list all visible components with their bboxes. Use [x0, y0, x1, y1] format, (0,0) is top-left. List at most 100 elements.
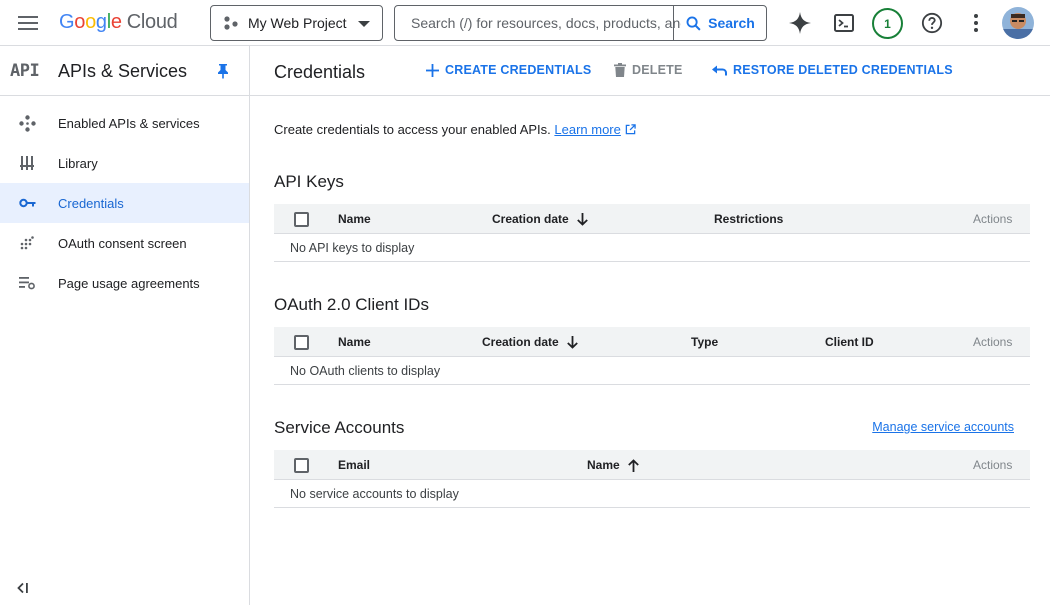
sidebar-item-label: Credentials — [58, 196, 124, 211]
column-header-name[interactable]: Name — [338, 335, 371, 349]
oauth-clients-table: Name Creation date Type Client ID Action… — [274, 327, 1030, 385]
project-name: My Web Project — [248, 15, 347, 31]
select-all-checkbox[interactable] — [294, 335, 309, 350]
logo-letter: e — [110, 11, 122, 33]
column-label: Actions — [973, 212, 1013, 226]
table-row: No OAuth clients to display — [274, 357, 1030, 385]
column-header-creation-date[interactable]: Creation date — [492, 212, 588, 226]
sidebar-item-label: OAuth consent screen — [58, 236, 187, 251]
logo-letter: G — [59, 11, 75, 33]
arrow-down-icon — [576, 212, 588, 226]
help-icon[interactable] — [917, 8, 947, 38]
sidebar-item-library[interactable]: Library — [0, 143, 249, 183]
collapse-sidebar-icon[interactable] — [17, 581, 29, 597]
table-row: No service accounts to display — [274, 480, 1030, 508]
search-box: Search — [394, 5, 767, 41]
column-label: Email — [338, 458, 371, 472]
column-label: Name — [338, 335, 371, 349]
column-label: Actions — [973, 335, 1013, 349]
notification-count: 1 — [872, 8, 903, 39]
select-all-checkbox[interactable] — [294, 458, 309, 473]
column-header-creation-date[interactable]: Creation date — [482, 335, 578, 349]
empty-message: No OAuth clients to display — [290, 364, 441, 378]
google-cloud-logo[interactable]: Google Cloud — [59, 11, 178, 34]
sidebar-header: API APIs & Services — [0, 46, 249, 96]
library-icon — [18, 155, 36, 171]
intro-text: Create credentials to access your enable… — [274, 122, 636, 137]
learn-more-link[interactable]: Learn more — [554, 122, 620, 137]
notifications-badge[interactable]: 1 — [871, 7, 904, 40]
create-credentials-button[interactable]: CREATE CREDENTIALS — [426, 63, 591, 77]
restore-label: RESTORE DELETED CREDENTIALS — [733, 63, 953, 77]
hamburger-menu-icon[interactable] — [14, 9, 42, 37]
delete-button[interactable]: DELETE — [614, 63, 683, 77]
empty-message: No API keys to display — [290, 241, 415, 255]
logo-letter: g — [95, 11, 107, 33]
sidebar-item-label: Page usage agreements — [58, 276, 200, 291]
delete-label: DELETE — [632, 63, 683, 77]
diamond-nodes-icon — [18, 114, 36, 132]
api-keys-table: Name Creation date Restrictions Actions … — [274, 204, 1030, 262]
api-logo-icon: API — [10, 61, 40, 81]
column-header-restrictions: Restrictions — [714, 212, 783, 226]
section-title-oauth: OAuth 2.0 Client IDs — [274, 295, 429, 314]
sidebar: API APIs & Services Enabled APIs & servi… — [0, 46, 250, 605]
arrow-down-icon — [566, 335, 578, 349]
search-icon — [686, 16, 701, 31]
sidebar-item-oauth-consent[interactable]: OAuth consent screen — [0, 223, 249, 263]
column-label: Client ID — [825, 335, 874, 349]
table-header: Email Name Actions — [274, 450, 1030, 480]
column-header-name[interactable]: Name — [587, 458, 639, 472]
cloud-shell-terminal-icon[interactable] — [829, 8, 859, 38]
column-label: Creation date — [492, 212, 569, 226]
table-row: No API keys to display — [274, 234, 1030, 262]
logo-letter: o — [74, 11, 86, 33]
column-header-client-id[interactable]: Client ID — [825, 335, 874, 349]
key-icon — [18, 195, 36, 211]
avatar[interactable] — [1002, 7, 1034, 39]
arrow-up-icon — [627, 458, 639, 472]
manage-service-accounts-link[interactable]: Manage service accounts — [872, 420, 1014, 434]
search-button[interactable]: Search — [673, 6, 766, 40]
top-bar: GoogleCloud My Web Project Search 1 — [0, 0, 1050, 46]
sidebar-title: APIs & Services — [58, 61, 188, 81]
project-nodes-icon — [224, 16, 238, 30]
column-label: Restrictions — [714, 212, 784, 226]
pin-icon[interactable] — [217, 63, 229, 82]
sidebar-item-page-usage[interactable]: Page usage agreements — [0, 263, 249, 303]
external-link-icon — [625, 124, 636, 135]
more-vert-icon[interactable] — [961, 8, 991, 38]
column-header-actions: Actions — [973, 335, 1012, 349]
sidebar-nav: Enabled APIs & services Library Credenti… — [0, 103, 249, 303]
main-content: Credentials CREATE CREDENTIALS DELETE RE… — [250, 46, 1050, 605]
page-header: Credentials CREATE CREDENTIALS DELETE RE… — [250, 46, 1050, 96]
search-button-label: Search — [708, 15, 755, 31]
sidebar-item-label: Library — [58, 156, 98, 171]
column-header-actions: Actions — [973, 458, 1012, 472]
column-label: Actions — [973, 458, 1013, 472]
section-title-api-keys: API Keys — [274, 172, 344, 191]
create-credentials-label: CREATE CREDENTIALS — [445, 63, 592, 77]
sidebar-item-enabled-apis[interactable]: Enabled APIs & services — [0, 103, 249, 143]
column-header-type[interactable]: Type — [691, 335, 718, 349]
column-header-actions: Actions — [973, 212, 1012, 226]
undo-icon — [712, 65, 727, 75]
column-header-name[interactable]: Name — [338, 212, 371, 226]
logo-suffix: Cloud — [126, 11, 178, 33]
page-title: Credentials — [274, 62, 366, 82]
list-settings-icon — [18, 275, 36, 291]
trash-icon — [614, 63, 626, 77]
sidebar-item-label: Enabled APIs & services — [58, 116, 200, 131]
project-picker[interactable]: My Web Project — [210, 5, 383, 41]
column-label: Type — [691, 335, 719, 349]
column-header-email[interactable]: Email — [338, 458, 370, 472]
select-all-checkbox[interactable] — [294, 212, 309, 227]
gemini-sparkle-icon[interactable] — [785, 8, 815, 38]
search-input[interactable] — [411, 15, 681, 31]
table-header: Name Creation date Restrictions Actions — [274, 204, 1030, 234]
dotted-grid-icon — [18, 235, 36, 251]
plus-icon — [426, 63, 439, 77]
restore-deleted-credentials-button[interactable]: RESTORE DELETED CREDENTIALS — [712, 63, 953, 77]
service-accounts-table: Email Name Actions No service accounts t… — [274, 450, 1030, 508]
sidebar-item-credentials[interactable]: Credentials — [0, 183, 249, 223]
